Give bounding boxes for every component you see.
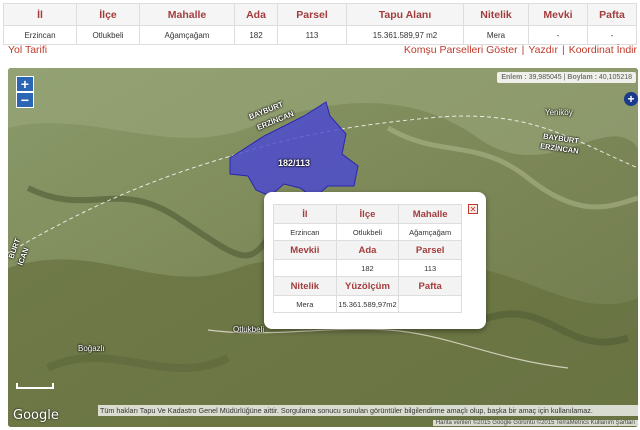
- neighbor-parcels-link[interactable]: Komşu Parselleri Göster: [404, 44, 518, 56]
- popup-value-mevkii: [273, 259, 337, 277]
- route-link[interactable]: Yol Tarifi: [8, 44, 47, 56]
- label-bogazli: Boğazlı: [78, 344, 105, 353]
- link-separator: |: [521, 44, 525, 56]
- disclaimer-text: Tüm hakları Tapu Ve Kadastro Genel Müdür…: [98, 405, 638, 416]
- popup-value-il: Erzincan: [273, 223, 337, 241]
- cell-mahalle: Ağamçağam: [139, 25, 235, 45]
- popup-header-pafta: Pafta: [398, 276, 462, 296]
- lon-label: Boylam :: [567, 74, 597, 81]
- popup-value-ada: 182: [335, 259, 400, 277]
- zoom-in-button[interactable]: +: [16, 76, 34, 92]
- popup-header-mevkii: Mevkii: [273, 240, 337, 260]
- download-coordinate-link[interactable]: Koordinat İndir: [569, 44, 637, 56]
- coordinate-readout: Enlem : 39,985045 | Boylam : 40,105218: [497, 72, 636, 83]
- popup-value-pafta: [398, 295, 462, 313]
- popup-header-nitelik: Nitelik: [273, 276, 337, 296]
- map-attribution[interactable]: Harita verileri ©2015 Google Görüntü ©20…: [432, 420, 638, 426]
- cell-parsel: 113: [277, 25, 347, 45]
- header-il: İl: [3, 3, 77, 26]
- right-links: Komşu Parselleri Göster | Yazdır | Koordinat…: [404, 44, 637, 56]
- popup-header-mahalle: Mahalle: [398, 204, 462, 224]
- satellite-map[interactable]: + − Enlem : 39,985045 | Boylam : 40,1052…: [8, 68, 638, 427]
- link-separator: |: [561, 44, 565, 56]
- header-mahalle: Mahalle: [139, 3, 235, 26]
- table-header-row: İl İlçe Mahalle Ada Parsel Tapu Alanı Ni…: [3, 3, 637, 26]
- header-parsel: Parsel: [277, 3, 347, 26]
- popup-value-ilce: Otlukbeli: [335, 223, 400, 241]
- parcel-label: 182/113: [278, 158, 311, 168]
- lon-value: 40,105218: [598, 74, 632, 81]
- cell-il: Erzincan: [3, 25, 77, 45]
- popup-header-il: İl: [273, 204, 337, 224]
- popup-header-row: İl İlçe Mahalle: [273, 204, 462, 224]
- header-nitelik: Nitelik: [463, 3, 529, 26]
- label-yenikoy: Yeniköy: [545, 108, 573, 117]
- popup-value-mahalle: Ağamçağam: [398, 223, 462, 241]
- header-ilce: İlçe: [76, 3, 140, 26]
- cell-mevki: -: [528, 25, 588, 45]
- cell-nitelik: Mera: [463, 25, 529, 45]
- popup-value-row: Erzincan Otlukbeli Ağamçağam: [273, 223, 462, 241]
- table-row: Erzincan Otlukbeli Ağamçağam 182 113 15.…: [3, 25, 637, 45]
- parcel-info-popup: ✕ İl İlçe Mahalle Erzincan Otlukbeli Ağa…: [264, 192, 486, 329]
- header-tapu-alani: Tapu Alanı: [346, 3, 464, 26]
- cell-tapu-alani: 15.361.589,97 m2: [346, 25, 464, 45]
- header-pafta: Pafta: [587, 3, 637, 26]
- popup-value-row: Mera 15.361.589,97m2: [273, 295, 462, 313]
- label-otlukbeli: Otlukbeli: [233, 325, 265, 334]
- scale-bar: [16, 383, 54, 389]
- popup-value-yuzolcum: 15.361.589,97m2: [335, 295, 400, 313]
- popup-value-parsel: 113: [398, 259, 462, 277]
- zoom-out-button[interactable]: −: [16, 92, 34, 108]
- lat-label: Enlem :: [501, 74, 527, 81]
- close-icon[interactable]: ✕: [468, 204, 478, 214]
- lat-value: 39,985045: [528, 74, 562, 81]
- popup-header-yuzolcum: Yüzölçüm: [335, 276, 400, 296]
- header-ada: Ada: [234, 3, 278, 26]
- popup-value-row: 182 113: [273, 259, 462, 277]
- expand-plus-icon[interactable]: +: [624, 92, 638, 106]
- popup-header-row: Mevkii Ada Parsel: [273, 240, 462, 260]
- popup-value-nitelik: Mera: [273, 295, 337, 313]
- popup-header-row: Nitelik Yüzölçüm Pafta: [273, 276, 462, 296]
- parcel-info-table: İl İlçe Mahalle Ada Parsel Tapu Alanı Ni…: [3, 3, 637, 45]
- popup-header-ilce: İlçe: [335, 204, 400, 224]
- google-logo: Google: [13, 408, 59, 423]
- cell-pafta: -: [587, 25, 637, 45]
- cell-ada: 182: [234, 25, 278, 45]
- zoom-control: + −: [16, 76, 34, 108]
- cell-ilce: Otlukbeli: [76, 25, 140, 45]
- popup-header-ada: Ada: [335, 240, 400, 260]
- print-link[interactable]: Yazdır: [528, 44, 558, 56]
- popup-table: İl İlçe Mahalle Erzincan Otlukbeli Ağamç…: [273, 204, 462, 313]
- popup-header-parsel: Parsel: [398, 240, 462, 260]
- action-links-bar: Yol Tarifi Komşu Parselleri Göster | Yazdı…: [0, 44, 640, 60]
- header-mevki: Mevki: [528, 3, 588, 26]
